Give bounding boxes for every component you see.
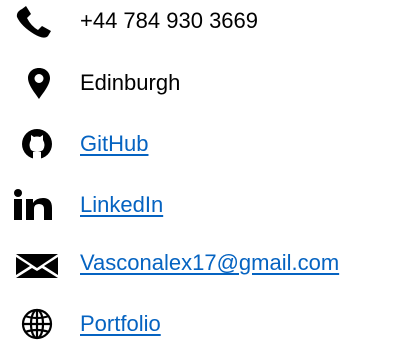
contact-row-linkedin: LinkedIn xyxy=(0,185,405,225)
contact-row-github: GitHub xyxy=(0,124,405,164)
contact-row-phone: +44 784 930 3669 xyxy=(0,1,405,41)
email-link[interactable]: Vasconalex17@gmail.com xyxy=(80,249,339,277)
contact-row-portfolio: Portfolio xyxy=(0,304,405,344)
contact-row-location: Edinburgh xyxy=(0,63,405,103)
phone-number: +44 784 930 3669 xyxy=(80,8,259,33)
portfolio-link[interactable]: Portfolio xyxy=(80,310,161,338)
github-icon xyxy=(22,129,52,160)
phone-icon xyxy=(16,6,51,38)
contact-row-email: Vasconalex17@gmail.com xyxy=(0,243,405,283)
envelope-icon xyxy=(16,254,58,278)
github-link[interactable]: GitHub xyxy=(80,130,148,158)
location-text: Edinburgh xyxy=(80,70,181,95)
linkedin-icon xyxy=(14,189,52,220)
linkedin-link[interactable]: LinkedIn xyxy=(80,191,163,219)
globe-icon xyxy=(21,308,53,340)
contact-list: +44 784 930 3669 Edinburgh GitHub Linked… xyxy=(0,0,405,340)
location-pin-icon xyxy=(28,68,50,99)
